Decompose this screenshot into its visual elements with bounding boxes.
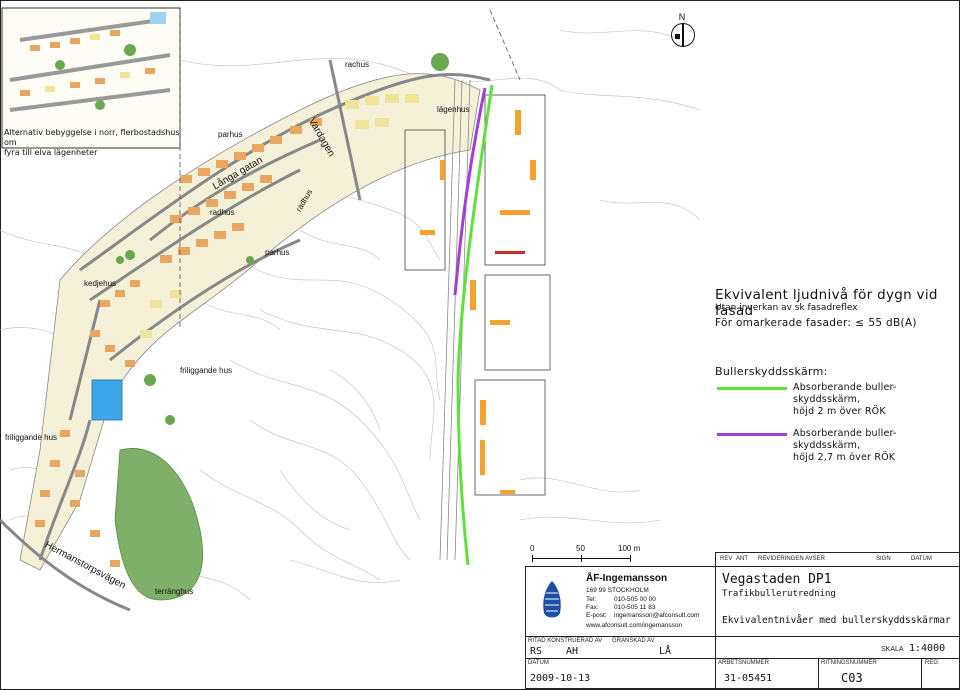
legend-swatch-purple — [717, 433, 787, 436]
threshold-value: 55 dB(A) — [868, 317, 917, 329]
drawing-title: Ekvivalentnivåer med bullerskyddsskärmar — [722, 615, 951, 626]
legend-swatch-green — [717, 387, 787, 390]
legend-green-line3: höjd 2 m över RÖK — [793, 406, 886, 417]
konstruerad-value: AH — [566, 646, 579, 657]
legend-purple-line1: Absorberande buller- — [793, 428, 897, 439]
legend-heading: Bullerskyddsskärm: — [715, 365, 828, 378]
label-friliggande-hus-2: friliggande hus — [5, 433, 58, 442]
project-block: Vegastaden DP1 Trafikbullerutredning Ekv… — [715, 566, 960, 638]
ritningsnummer-block: RITNINGSNUMMER C03 — [818, 658, 923, 689]
company-name: ÅF-Ingemansson — [586, 573, 668, 584]
label-friliggande-hus-1: friliggande hus — [180, 366, 233, 375]
north-label: N — [678, 12, 686, 22]
ritningsnummer-label: RITNINGSNUMMER — [821, 660, 877, 666]
legend-item-purple: Absorberande buller- skyddsskärm, höjd 2… — [793, 428, 897, 464]
ritad-label: RITAD KONSTRUERAD AV — [528, 638, 603, 644]
company-tel: Tel: 010-505 00 00 — [586, 596, 656, 603]
tel-value: 010-505 00 00 — [614, 596, 656, 603]
shell-logo-icon — [543, 581, 561, 618]
label-radhus-1: radhus — [210, 208, 235, 217]
company-address: 169 99 STOCKHOLM — [586, 587, 649, 594]
company-email: E-post: ingemansson@afconsult.com — [586, 612, 699, 619]
arbetsnummer-label: ARBETSNUMMER — [718, 660, 770, 666]
label-rachus: rachus — [345, 60, 370, 69]
granskad-label: GRANSKAD AV — [612, 638, 655, 644]
email-label: E-post: — [586, 612, 607, 619]
inset-caption-line1: Alternativ bebyggelse i norr, flerbostad… — [4, 128, 180, 147]
legend-green-line2: skyddsskärm, — [793, 394, 861, 405]
forest-area — [114, 448, 203, 601]
legend-item-green: Absorberande buller- skyddsskärm, höjd 2… — [793, 382, 897, 418]
skala-block: SKALA 1:4000 — [715, 636, 960, 660]
scale-tick-50: 50 — [576, 544, 585, 553]
compass-icon — [671, 23, 695, 47]
fax-value: 010-505 11 83 — [614, 604, 656, 611]
reg-label: REG — [925, 660, 939, 666]
sign-label: SIGN — [876, 556, 891, 562]
scale-tick-100: 100 m — [618, 544, 641, 553]
label-terranghus: terränghus — [155, 587, 194, 596]
tel-label: Tel: — [586, 596, 597, 603]
threshold-symbol: ≤ — [855, 317, 865, 329]
arbetsnummer-value: 31-05451 — [724, 673, 773, 684]
ritningsnummer-value: C03 — [841, 671, 863, 685]
company-fax: Fax: 010-505 11 83 — [586, 604, 655, 611]
legend-green-line1: Absorberande buller- — [793, 382, 897, 393]
arbetsnummer-block: ARBETSNUMMER 31-05451 — [715, 658, 820, 689]
label-lagenhus: lägenhus — [437, 105, 470, 114]
reg-block: REG — [921, 658, 960, 689]
fax-label: Fax: — [586, 604, 599, 611]
scale-tick-0: 0 — [530, 544, 535, 553]
company-web: www.afconsult.com/ingemansson — [586, 622, 683, 629]
datum-block: DATUM 2009-10-13 — [525, 658, 717, 689]
legend-purple-line3: höjd 2,7 m över RÖK — [793, 452, 896, 463]
north-arrow: N — [669, 12, 695, 47]
project-name: Vegastaden DP1 — [722, 572, 832, 587]
facade-red — [495, 251, 525, 254]
revideringen-label: REVIDERINGEN AVSER — [758, 556, 825, 562]
pond — [91, 379, 123, 421]
ritad-value: RS — [530, 646, 543, 657]
building-facades — [420, 110, 536, 494]
threshold-label: För omarkerade fasader: — [715, 317, 852, 329]
inset-caption-line2: fyra till elva lägenheter — [4, 148, 98, 157]
legend-purple-line2: skyddsskärm, — [793, 440, 861, 451]
ant-label: ANT — [736, 556, 748, 562]
map-threshold: För omarkerade fasader: ≤55 dB(A) — [715, 317, 917, 329]
skala-label: SKALA — [881, 646, 904, 653]
email-value: ingemansson@afconsult.com — [614, 612, 700, 619]
map-subtitle: Utan inverkan av sk fasadreflex — [715, 303, 858, 313]
datum-value: 2009-10-13 — [530, 673, 591, 684]
datum-label: DATUM — [528, 660, 549, 666]
label-kedjehus: kedjehus — [84, 279, 117, 288]
inset-caption: Alternativ bebyggelse i norr, flerbostad… — [4, 128, 184, 158]
datum-header-label: DATUM — [911, 556, 932, 562]
label-parhus-1: parhus — [218, 130, 243, 139]
company-block: ÅF-Ingemansson 169 99 STOCKHOLM Tel: 010… — [525, 566, 717, 638]
rev-label: REV — [720, 556, 733, 562]
ritad-block: RITAD KONSTRUERAD AV GRANSKAD AV RS AH L… — [525, 636, 717, 660]
skala-value: 1:4000 — [909, 643, 946, 654]
project-subtitle: Trafikbullerutredning — [722, 589, 836, 599]
revision-header: REV ANT REVIDERINGEN AVSER SIGN DATUM — [715, 552, 960, 567]
label-parhus-2: parhus — [265, 248, 290, 257]
granskad-value: LÅ — [659, 646, 672, 657]
